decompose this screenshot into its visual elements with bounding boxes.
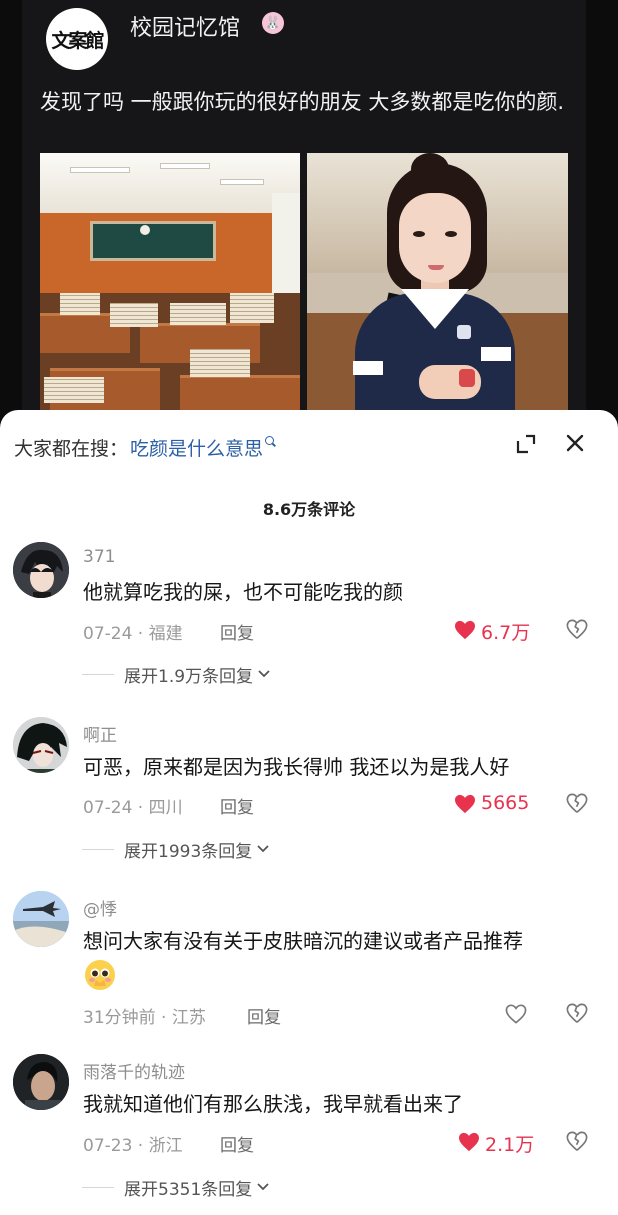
- dislike-broken-heart-icon[interactable]: [566, 1003, 588, 1025]
- held-item: [459, 369, 475, 387]
- comment-text: 我就知道他们有那么肤浅，我早就看出来了: [83, 1092, 463, 1116]
- anime-avatar-image: [13, 542, 69, 598]
- dislike-broken-heart-icon[interactable]: [566, 619, 588, 641]
- avatar[interactable]: [13, 891, 69, 947]
- comment-username[interactable]: 雨落千的轨迹: [83, 1058, 185, 1083]
- divider: [82, 673, 114, 675]
- chevron-down-icon: [257, 845, 269, 853]
- post-caption: 发现了吗 一般跟你玩的很好的朋友 大多数都是吃你的颜.: [40, 90, 565, 114]
- anime-avatar-image: [13, 717, 69, 773]
- classroom-photo[interactable]: [40, 153, 300, 410]
- ceiling-light: [160, 163, 210, 169]
- comment-count: 8.6万条评论: [262, 500, 356, 519]
- portrait-avatar-image: [13, 1054, 69, 1110]
- comment-date: 07-24: [83, 624, 133, 644]
- eye: [445, 231, 457, 237]
- meta-separator: ·: [132, 798, 149, 818]
- search-suggestion-prefix: 大家都在搜：: [14, 437, 129, 460]
- reply-button[interactable]: 回复: [220, 793, 254, 818]
- close-icon[interactable]: [562, 430, 588, 456]
- chevron-down-icon: [258, 670, 270, 678]
- comment-date: 31分钟前: [83, 1008, 156, 1028]
- expand-replies-label: 展开5351条回复: [124, 1179, 253, 1200]
- like-count: 2.1万: [485, 1134, 535, 1156]
- comment-location: 四川: [148, 798, 183, 818]
- comment-location: 福建: [148, 624, 183, 644]
- heart-filled-icon[interactable]: [454, 620, 476, 640]
- comment-meta: 07-24 · 福建: [83, 619, 183, 644]
- divider: [82, 848, 114, 850]
- expand-replies[interactable]: 展开5351条回复: [82, 1175, 272, 1200]
- book-stack: [230, 293, 274, 323]
- avatar[interactable]: [13, 542, 69, 598]
- student-photo[interactable]: [307, 153, 568, 410]
- search-icon: [265, 436, 277, 448]
- ceiling-light: [220, 179, 264, 185]
- meta-separator: ·: [155, 1008, 172, 1028]
- comment-meta: 31分钟前 · 江苏: [83, 1003, 206, 1028]
- rabbit-icon: 🐰: [262, 12, 284, 34]
- avatar[interactable]: [13, 717, 69, 773]
- comment-date: 07-23: [83, 1136, 133, 1156]
- sleeve-trim: [353, 361, 383, 375]
- comment-username[interactable]: 371: [83, 547, 115, 567]
- search-suggestion-bar[interactable]: 大家都在搜： 吃颜是什么意思: [14, 432, 277, 462]
- mouth: [428, 265, 444, 270]
- dislike-broken-heart-icon[interactable]: [566, 1131, 588, 1153]
- eye: [413, 231, 425, 237]
- book-stack: [110, 303, 158, 327]
- meta-separator: ·: [132, 624, 149, 644]
- expand-replies-label: 展开1.9万条回复: [124, 666, 254, 687]
- chevron-down-icon: [257, 1183, 269, 1191]
- post-author-name[interactable]: 校园记忆馆: [130, 10, 240, 42]
- hair-bun: [411, 153, 449, 185]
- book-stack: [60, 293, 100, 315]
- uniform-collar: [401, 289, 435, 329]
- reply-button[interactable]: 回复: [220, 1131, 254, 1156]
- book-stack: [44, 377, 104, 403]
- comment-username[interactable]: @悸: [83, 895, 117, 920]
- reply-button[interactable]: 回复: [220, 619, 254, 644]
- heart-filled-icon[interactable]: [458, 1132, 480, 1152]
- airplane-photo-avatar: [13, 891, 69, 947]
- comment-username[interactable]: 啊正: [83, 721, 117, 746]
- search-suggestion-link[interactable]: 吃颜是什么意思: [130, 434, 263, 461]
- avatar[interactable]: [13, 1054, 69, 1110]
- heart-filled-icon[interactable]: [454, 794, 476, 814]
- expand-replies[interactable]: 展开1993条回复: [82, 837, 272, 862]
- expand-replies-label: 展开1993条回复: [124, 841, 253, 862]
- meta-separator: ·: [132, 1136, 149, 1156]
- wall-clock: [140, 225, 150, 235]
- author-avatar-logo[interactable]: 文案館: [46, 8, 108, 70]
- comment-location: 浙江: [148, 1136, 183, 1156]
- book-stack: [190, 349, 250, 377]
- book-stack: [170, 303, 226, 325]
- logo-text: 文案館: [51, 29, 104, 52]
- expand-replies[interactable]: 展开1.9万条回复: [82, 662, 273, 687]
- comment-location: 江苏: [171, 1008, 206, 1028]
- blackboard: [90, 221, 216, 261]
- comment-meta: 07-24 · 四川: [83, 793, 183, 818]
- desk: [180, 375, 300, 410]
- comment-text: 他就算吃我的屎，也不可能吃我的颜: [83, 580, 403, 604]
- comment-text: 想问大家有没有关于皮肤暗沉的建议或者产品推荐: [83, 929, 523, 953]
- dislike-broken-heart-icon[interactable]: [566, 793, 588, 815]
- ceiling-light: [70, 167, 130, 173]
- uniform-collar: [435, 289, 469, 329]
- comment-text: 可恶，原来都是因为我长得帅 我还以为是我人好: [83, 755, 510, 779]
- reply-button[interactable]: 回复: [247, 1003, 281, 1028]
- heart-outline-icon[interactable]: [505, 1004, 527, 1024]
- comment-meta: 07-23 · 浙江: [83, 1131, 183, 1156]
- expand-icon[interactable]: [514, 432, 538, 456]
- divider: [82, 1186, 114, 1188]
- pleading-emoji-icon: [85, 960, 115, 990]
- comment-date: 07-24: [83, 798, 133, 818]
- like-count: 6.7万: [481, 622, 531, 644]
- school-badge: [457, 325, 471, 339]
- sleeve-trim: [481, 347, 511, 361]
- like-count: 5665: [481, 792, 530, 814]
